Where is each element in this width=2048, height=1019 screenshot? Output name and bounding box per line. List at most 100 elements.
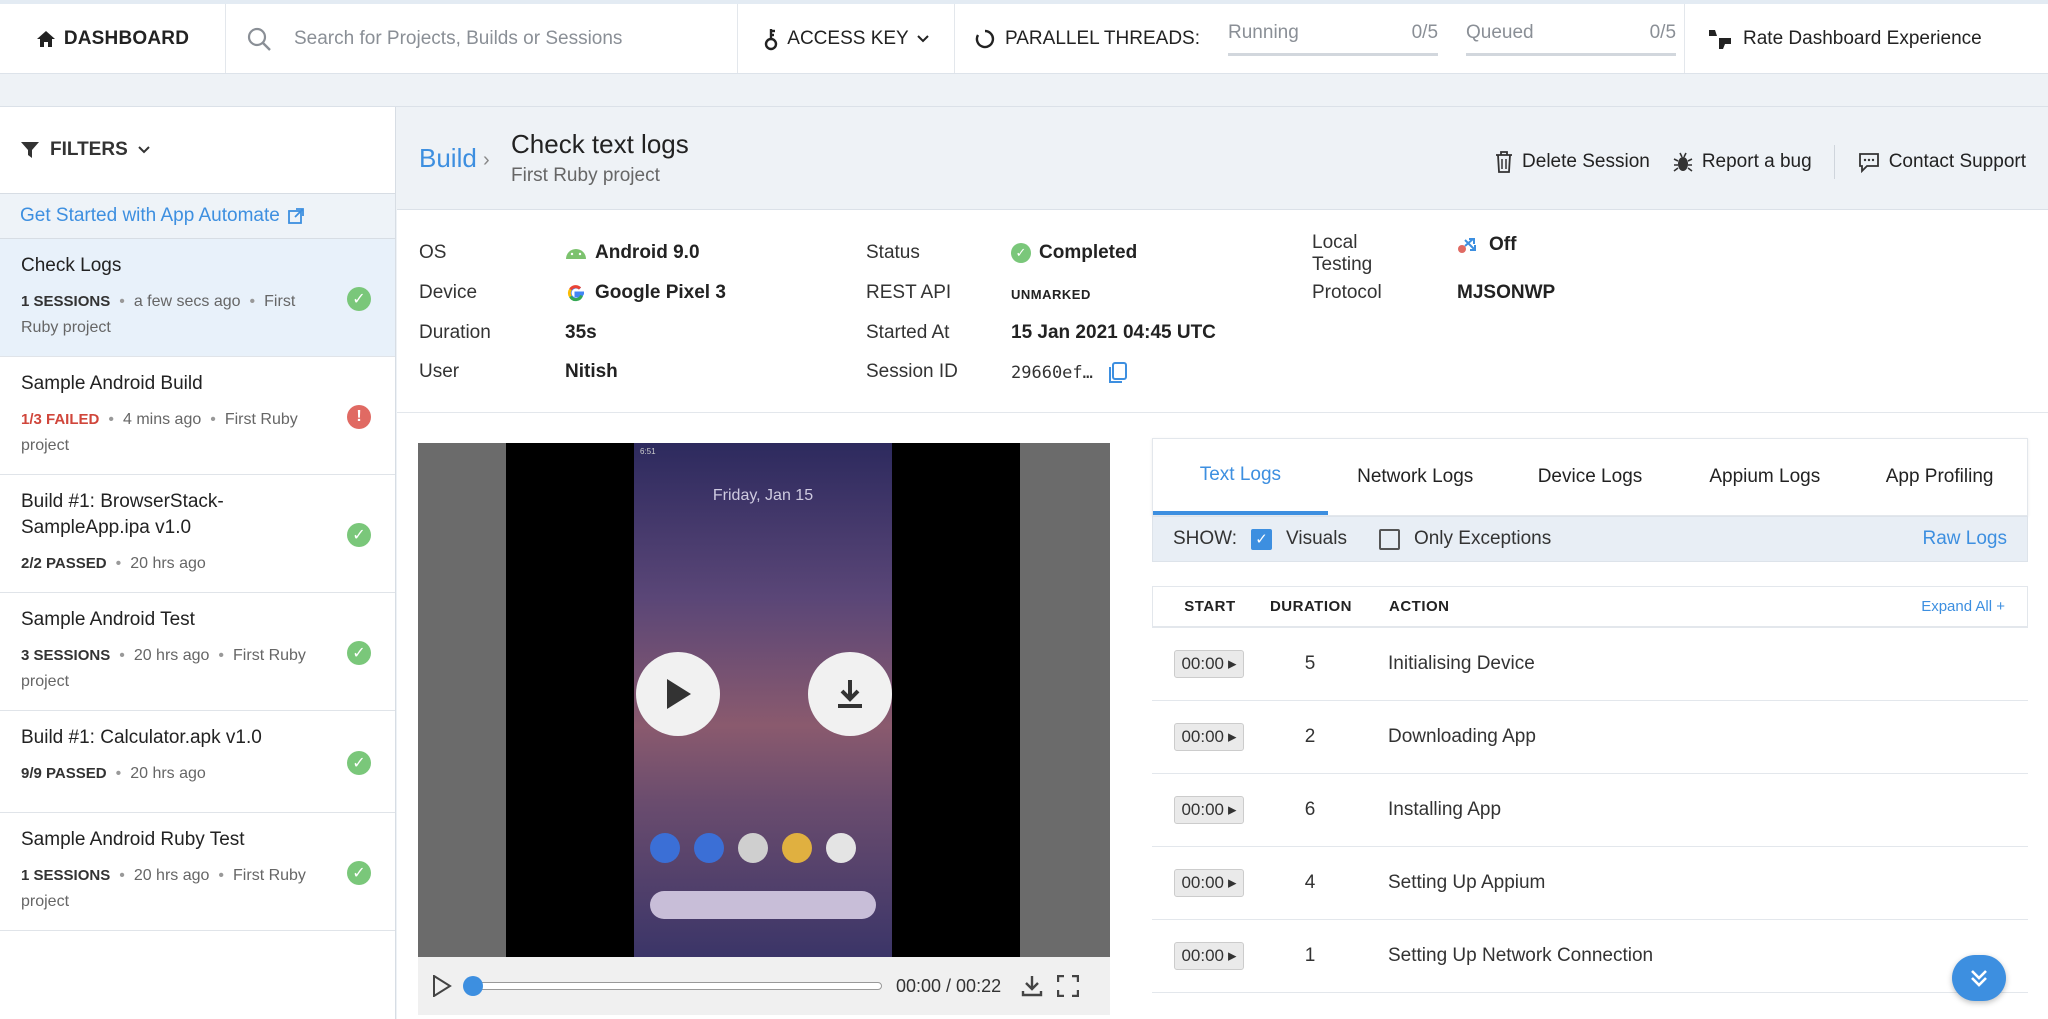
build-meta: 1/3 FAILED • 4 mins ago • First Ruby project bbox=[21, 411, 298, 454]
delete-session-label: Delete Session bbox=[1522, 151, 1650, 172]
contact-support-label: Contact Support bbox=[1888, 151, 2026, 172]
os-label: OS bbox=[419, 242, 447, 263]
raw-logs-link[interactable]: Raw Logs bbox=[1923, 528, 2008, 550]
breadcrumb-build[interactable]: Build bbox=[419, 143, 477, 174]
session-content: 6:51 Friday, Jan 15 00:00 / 00:22 Text L… bbox=[397, 413, 2048, 1019]
dashboard-label: DASHBOARD bbox=[63, 27, 190, 49]
spinner-icon bbox=[975, 29, 995, 48]
seek-time-button[interactable]: 00:00 ▸ bbox=[1174, 796, 1244, 824]
start-cell: 00:00 ▸ bbox=[1152, 723, 1266, 751]
copy-icon[interactable] bbox=[1107, 361, 1129, 385]
page-title: Check text logs bbox=[511, 129, 689, 159]
report-bug-button[interactable]: Report a bug bbox=[1672, 151, 1812, 173]
session-id-value: 29660ef… bbox=[1011, 361, 1129, 385]
build-item[interactable]: Sample Android Build 1/3 FAILED • 4 mins a… bbox=[0, 357, 395, 475]
seek-time-button[interactable]: 00:00 ▸ bbox=[1174, 869, 1244, 897]
camera-app-icon bbox=[826, 833, 856, 863]
search-input[interactable]: Search for Projects, Builds or Sessions bbox=[226, 4, 738, 73]
google-icon bbox=[567, 285, 584, 302]
tab-app-profiling[interactable]: App Profiling bbox=[1852, 439, 2027, 515]
delete-session-button[interactable]: Delete Session bbox=[1494, 150, 1650, 174]
tab-appium-logs[interactable]: Appium Logs bbox=[1677, 439, 1852, 515]
passed-icon: ✓ bbox=[347, 861, 371, 885]
caret-right-icon: ▸ bbox=[1228, 727, 1237, 746]
chevron-down-icon bbox=[138, 146, 150, 154]
action-cell: Setting Up Appium bbox=[1388, 872, 1546, 893]
duration-cell: 4 bbox=[1304, 872, 1316, 893]
queued-value: 0/5 bbox=[1649, 21, 1677, 43]
rate-dashboard-button[interactable]: Rate Dashboard Experience bbox=[1685, 4, 1982, 73]
fullscreen-icon[interactable] bbox=[1057, 975, 1080, 997]
tab-device-logs[interactable]: Device Logs bbox=[1503, 439, 1678, 515]
video-player[interactable]: 6:51 Friday, Jan 15 00:00 / 00:22 bbox=[418, 443, 1110, 1015]
session-header: Build › Check text logs First Ruby proje… bbox=[397, 107, 2048, 210]
queued-threads: Queued 0/5 bbox=[1466, 21, 1677, 56]
table-row[interactable]: 00:00 ▸ 1 Setting Up Network Connection bbox=[1152, 920, 2028, 993]
running-threads: Running 0/5 bbox=[1228, 22, 1439, 56]
get-started-link[interactable]: Get Started with App Automate bbox=[0, 194, 395, 239]
build-time: 20 hrs ago bbox=[130, 765, 206, 782]
log-tabs: Text Logs Network Logs Device Logs Appiu… bbox=[1152, 438, 2028, 516]
download-icon[interactable] bbox=[1021, 975, 1043, 997]
only-exceptions-checkbox[interactable] bbox=[1378, 528, 1400, 550]
action-cell: Installing App bbox=[1388, 799, 1502, 820]
table-row[interactable]: 00:00 ▸ 5 Initialising Device bbox=[1152, 628, 2028, 701]
get-started-label: Get Started with App Automate bbox=[20, 205, 280, 226]
build-item[interactable]: Build #1: Calculator.apk v1.0 9/9 PASSED… bbox=[0, 711, 395, 813]
tab-text-logs[interactable]: Text Logs bbox=[1153, 439, 1328, 515]
table-row[interactable]: 00:00 ▸ 2 Downloading App bbox=[1152, 701, 2028, 774]
action-cell: Setting Up Network Connection bbox=[1388, 945, 1654, 966]
filters-dropdown[interactable]: FILTERS bbox=[0, 107, 395, 194]
seek-time-button[interactable]: 00:00 ▸ bbox=[1174, 723, 1244, 751]
caret-right-icon: ▸ bbox=[1228, 873, 1237, 892]
bug-icon bbox=[1673, 152, 1693, 172]
duration-cell: 5 bbox=[1304, 653, 1316, 674]
messages-app-icon bbox=[694, 833, 724, 863]
tab-network-logs[interactable]: Network Logs bbox=[1328, 439, 1503, 515]
build-item[interactable]: Sample Android Test 3 SESSIONS • 20 hrs ag… bbox=[0, 593, 395, 711]
search-placeholder: Search for Projects, Builds or Sessions bbox=[294, 27, 623, 49]
start-cell: 00:00 ▸ bbox=[1152, 796, 1266, 824]
started-at-label: Started At bbox=[866, 322, 950, 343]
build-item[interactable]: Sample Android Ruby Test 1 SESSIONS • 20 h… bbox=[0, 813, 395, 931]
access-key-dropdown[interactable]: ACCESS KEY bbox=[738, 4, 955, 73]
build-count: 1 SESSIONS bbox=[21, 867, 111, 884]
passed-icon: ✓ bbox=[347, 641, 371, 665]
download-icon bbox=[838, 680, 862, 708]
build-item[interactable]: Check Logs 1 SESSIONS • a few secs ago • Fir… bbox=[0, 239, 395, 357]
scroll-down-button[interactable] bbox=[1952, 955, 2006, 1001]
start-time: 00:00 bbox=[1181, 800, 1224, 819]
build-item[interactable]: Build #1: BrowserStack-SampleApp.ipa v1.… bbox=[0, 475, 395, 593]
dashboard-link[interactable]: DASHBOARD bbox=[0, 4, 226, 73]
video-controls: 00:00 / 00:22 bbox=[418, 957, 1110, 1015]
play-icon[interactable] bbox=[432, 975, 452, 997]
video-seek-bar[interactable] bbox=[463, 976, 882, 996]
seek-time-button[interactable]: 00:00 ▸ bbox=[1174, 650, 1244, 678]
download-video-button[interactable] bbox=[808, 652, 892, 736]
logs-panel: Text Logs Network Logs Device Logs Appiu… bbox=[1152, 438, 2028, 1019]
build-meta: 9/9 PASSED • 20 hrs ago bbox=[21, 765, 206, 782]
build-name: Sample Android Ruby Test bbox=[21, 829, 245, 850]
seek-time-button[interactable]: 00:00 ▸ bbox=[1174, 942, 1244, 970]
visuals-label: Visuals bbox=[1286, 528, 1347, 549]
log-table-header: START DURATION ACTION Expand All + bbox=[1152, 586, 2028, 628]
build-name: Check Logs bbox=[21, 255, 122, 276]
chevron-down-icon bbox=[917, 34, 929, 42]
contact-support-button[interactable]: Contact Support bbox=[1857, 151, 2026, 173]
show-filter-bar: SHOW: ✓ Visuals Only Exceptions Raw Logs bbox=[1152, 516, 2028, 562]
video-time: 00:00 / 00:22 bbox=[896, 975, 1002, 996]
device-label: Device bbox=[419, 282, 478, 303]
table-row[interactable]: 00:00 ▸ 4 Setting Up Appium bbox=[1152, 847, 2028, 920]
parallel-threads-label: PARALLEL THREADS: bbox=[1005, 27, 1201, 49]
expand-all-link[interactable]: Expand All + bbox=[1921, 598, 2027, 615]
table-row[interactable]: 00:00 ▸ 6 Installing App bbox=[1152, 774, 2028, 847]
seek-handle[interactable] bbox=[463, 976, 483, 996]
visuals-checkbox[interactable]: ✓ bbox=[1251, 528, 1273, 550]
local-testing-label: Local Testing bbox=[1312, 232, 1372, 276]
play-button[interactable] bbox=[636, 652, 720, 736]
build-time: 20 hrs ago bbox=[130, 555, 206, 572]
android-icon bbox=[566, 249, 586, 259]
build-time: 20 hrs ago bbox=[133, 647, 210, 664]
rest-api-value: UNMARKED bbox=[1011, 287, 1091, 302]
local-testing-text: Off bbox=[1489, 234, 1517, 255]
